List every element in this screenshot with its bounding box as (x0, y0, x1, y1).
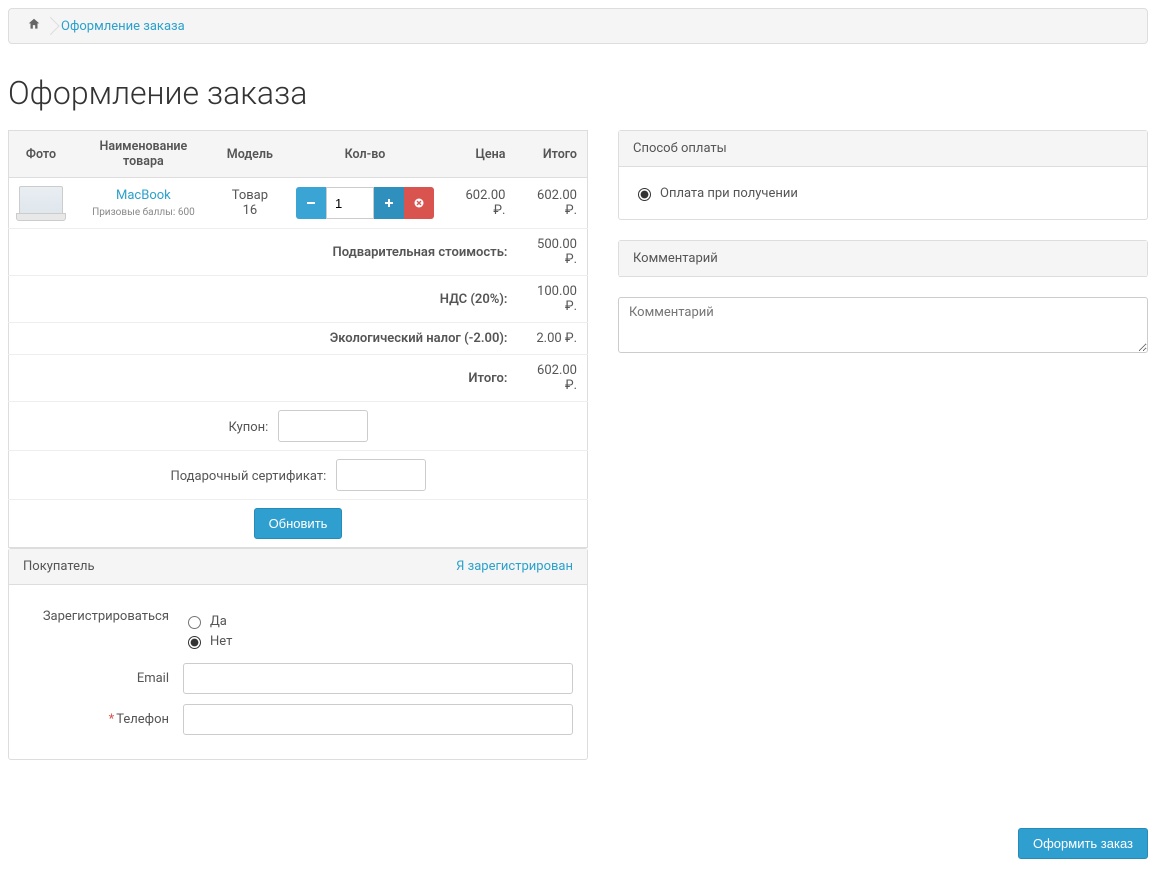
coupon-label: Купон: (228, 420, 268, 435)
total-label: Итого: (9, 355, 516, 402)
product-reward: Призовые баллы: 600 (83, 207, 204, 218)
col-photo: Фото (9, 131, 74, 178)
plus-icon (384, 198, 394, 208)
customer-panel-title: Покупатель (23, 559, 95, 574)
email-label: Email (23, 671, 183, 686)
cart-table: Фото Наименование товара Модель Кол-во Ц… (8, 130, 588, 548)
qty-decrease-button[interactable] (296, 187, 326, 219)
subtotal-label: Подварительная стоимость: (9, 229, 516, 276)
footer-bar: Оформить заказ (8, 820, 1148, 867)
comment-panel: Комментарий (618, 240, 1148, 277)
product-price: 602.00 ₽. (444, 178, 515, 229)
payment-panel-title: Способ оплаты (633, 141, 727, 156)
col-total: Итого (515, 131, 587, 178)
checkout-button[interactable]: Оформить заказ (1018, 828, 1148, 859)
total-value: 602.00 ₽. (515, 355, 587, 402)
voucher-label: Подарочный сертификат: (170, 469, 326, 484)
product-total: 602.00 ₽. (515, 178, 587, 229)
register-label: Зарегистрироваться (23, 609, 183, 624)
email-field[interactable] (183, 663, 573, 694)
payment-cod-label: Оплата при получении (660, 186, 798, 201)
register-yes-label: Да (210, 614, 227, 629)
col-model: Модель (214, 131, 286, 178)
register-yes-radio[interactable] (188, 616, 201, 629)
coupon-input[interactable] (278, 410, 368, 442)
page-title: Оформление заказа (8, 74, 1148, 112)
phone-label: Телефон (116, 712, 169, 727)
minus-icon (306, 198, 316, 208)
breadcrumb-current-link[interactable]: Оформление заказа (61, 19, 185, 34)
phone-field[interactable] (183, 704, 573, 735)
qty-group (296, 187, 434, 219)
qty-input[interactable] (326, 187, 374, 219)
qty-increase-button[interactable] (374, 187, 404, 219)
comment-textarea[interactable] (618, 297, 1148, 353)
required-marker: * (109, 712, 115, 727)
col-qty: Кол-во (286, 131, 444, 178)
eco-label: Экологический налог (-2.00): (9, 323, 516, 355)
breadcrumb: Оформление заказа (8, 8, 1148, 44)
home-icon (27, 17, 41, 31)
register-no-label: Нет (210, 634, 232, 649)
payment-cod-radio[interactable] (638, 188, 651, 201)
product-name-cell: MacBook Призовые баллы: 600 (73, 178, 214, 229)
voucher-input[interactable] (336, 459, 426, 491)
customer-panel: Покупатель Я зарегистрирован Зарегистрир… (8, 548, 588, 760)
subtotal-value: 500.00 ₽. (515, 229, 587, 276)
product-model: Товар 16 (214, 178, 286, 229)
col-name: Наименование товара (73, 131, 214, 178)
cart-row: MacBook Призовые баллы: 600 Товар 16 (9, 178, 588, 229)
login-link[interactable]: Я зарегистрирован (456, 559, 573, 574)
vat-label: НДС (20%): (9, 276, 516, 323)
update-button[interactable]: Обновить (254, 508, 343, 539)
comment-panel-title: Комментарий (633, 251, 718, 266)
col-price: Цена (444, 131, 515, 178)
close-icon (414, 198, 424, 208)
product-thumbnail[interactable] (19, 186, 63, 216)
vat-value: 100.00 ₽. (515, 276, 587, 323)
payment-panel: Способ оплаты Оплата при получении (618, 130, 1148, 220)
qty-delete-button[interactable] (404, 187, 434, 219)
product-link[interactable]: MacBook (116, 188, 171, 203)
breadcrumb-current[interactable]: Оформление заказа (51, 17, 195, 36)
breadcrumb-home[interactable] (17, 15, 51, 37)
register-no-radio[interactable] (188, 636, 201, 649)
eco-value: 2.00 ₽. (515, 323, 587, 355)
